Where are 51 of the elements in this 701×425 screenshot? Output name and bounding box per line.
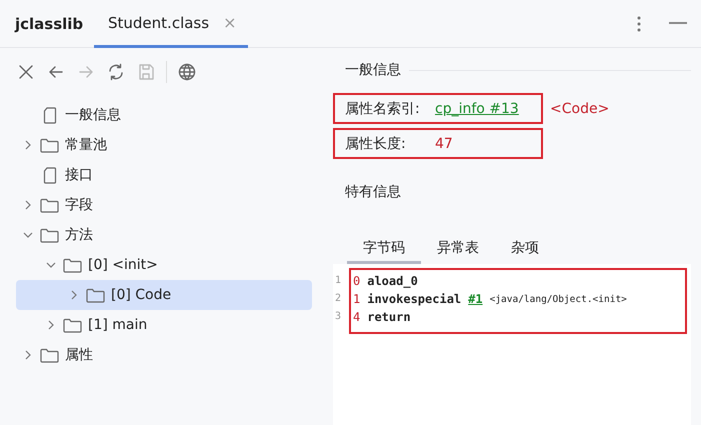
tree-item-label: 字段: [65, 196, 93, 214]
instruction: invokespecial: [367, 292, 462, 306]
tree-item-label: [0] Code: [111, 287, 172, 303]
tree-item-label: 常量池: [65, 136, 107, 154]
line-number: 1: [335, 274, 342, 288]
minimize-icon[interactable]: [669, 22, 687, 25]
app-title: jclasslib: [15, 14, 84, 34]
tree-item-label: [0] <init>: [88, 257, 158, 273]
sub-tab[interactable]: 杂项: [495, 239, 555, 264]
line-number: 2: [335, 292, 342, 306]
more-icon[interactable]: [637, 16, 641, 32]
cp-info-link[interactable]: cp_info #13: [435, 100, 519, 116]
tree-item-label: [1] main: [88, 317, 148, 333]
folder-icon: [40, 228, 59, 242]
tree-item-label: 方法: [65, 226, 93, 244]
constant-link[interactable]: #1: [468, 292, 483, 306]
tree-item[interactable]: 方法: [16, 220, 312, 250]
tree-item[interactable]: 常量池: [16, 130, 312, 160]
tree-item-label: 接口: [65, 166, 93, 184]
field-value: 47: [435, 136, 453, 152]
tree-item[interactable]: 属性: [16, 340, 312, 370]
tree-item-label: 一般信息: [65, 106, 121, 124]
instruction: aload_0: [367, 274, 418, 288]
tree-item[interactable]: 字段: [16, 190, 312, 220]
tree-item-label: 属性: [65, 346, 93, 364]
folder-icon: [40, 348, 59, 362]
tab-label: Student.class: [108, 14, 210, 32]
globe-icon[interactable]: [177, 62, 197, 82]
field-label: 属性名索引:: [345, 100, 421, 118]
tree-item[interactable]: [0] Code: [16, 280, 312, 310]
tree-item[interactable]: 一般信息: [16, 100, 312, 130]
code-offset: 0: [353, 274, 360, 288]
section-title: 一般信息: [345, 61, 401, 79]
field-note: <Code>: [550, 100, 610, 116]
code-offset: 4: [353, 310, 360, 324]
line-number: 3: [335, 310, 342, 324]
folder-icon: [86, 288, 105, 302]
code-comment: <java/lang/Object.<init>: [490, 294, 627, 304]
tree-item[interactable]: [0] <init>: [16, 250, 312, 280]
file-tab[interactable]: Student.class ×: [94, 0, 248, 48]
folder-icon: [63, 258, 82, 272]
field-label: 属性长度:: [345, 134, 407, 152]
code-offset: 1: [353, 292, 360, 306]
folder-icon: [40, 198, 59, 212]
folder-icon: [40, 138, 59, 152]
tree-item[interactable]: [1] main: [16, 310, 312, 340]
sub-tab[interactable]: 异常表: [421, 239, 495, 264]
folder-icon: [63, 318, 82, 332]
instruction: return: [367, 310, 411, 324]
tree-item[interactable]: 接口: [16, 160, 312, 190]
section-title: 特有信息: [345, 183, 401, 201]
